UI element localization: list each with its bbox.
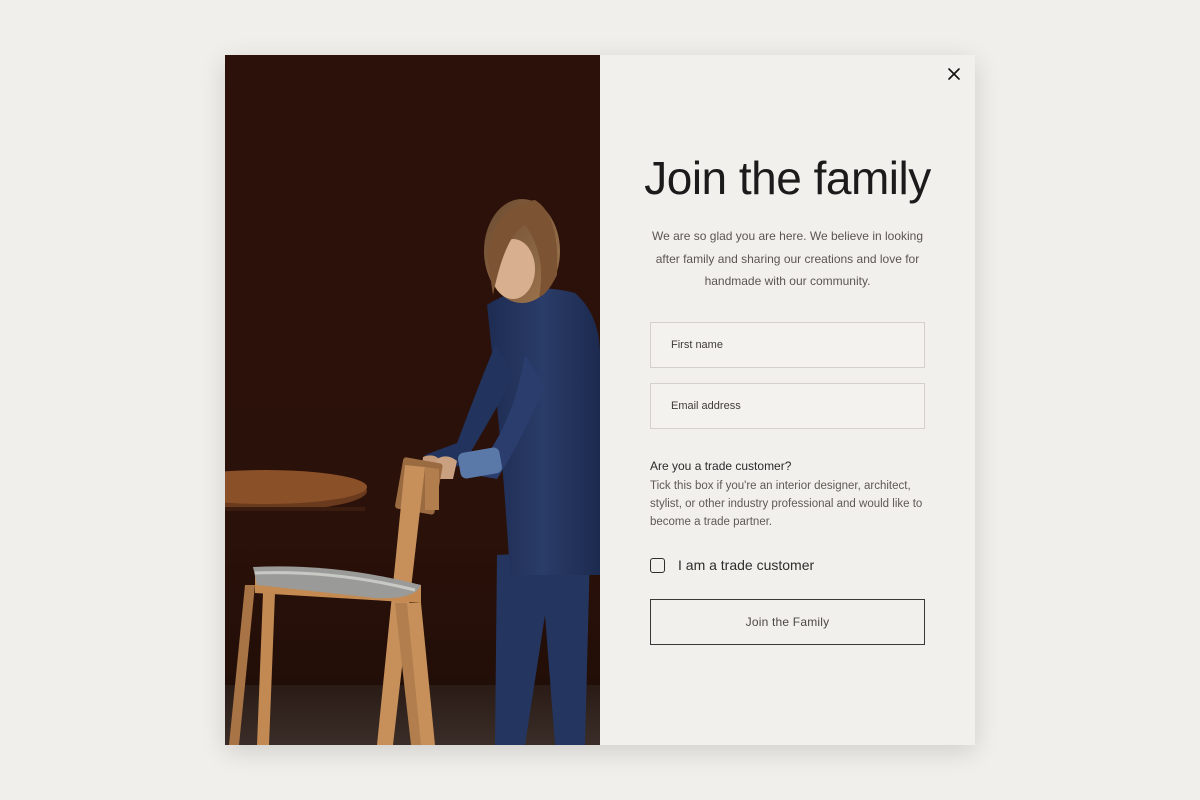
- hero-photo: [225, 55, 600, 745]
- woman-with-chair-image: [225, 55, 600, 745]
- close-icon[interactable]: [945, 65, 963, 83]
- email-input[interactable]: [650, 383, 925, 429]
- signup-panel: Join the family We are so glad you are h…: [600, 55, 975, 745]
- trade-description: Tick this box if you're an interior desi…: [650, 480, 923, 528]
- modal-title: Join the family: [644, 152, 931, 204]
- first-name-input[interactable]: [650, 322, 925, 368]
- close-button[interactable]: [945, 65, 963, 83]
- intro-text: We are so glad you are here. We believe …: [651, 229, 924, 288]
- signup-modal: Join the family We are so glad you are h…: [225, 55, 975, 745]
- trade-checkbox-row[interactable]: I am a trade customer: [650, 555, 814, 575]
- trade-question: Are you a trade customer?: [650, 459, 792, 473]
- trade-checkbox-label[interactable]: I am a trade customer: [678, 557, 814, 573]
- trade-checkbox[interactable]: [650, 557, 665, 573]
- join-button[interactable]: Join the Family: [650, 599, 925, 645]
